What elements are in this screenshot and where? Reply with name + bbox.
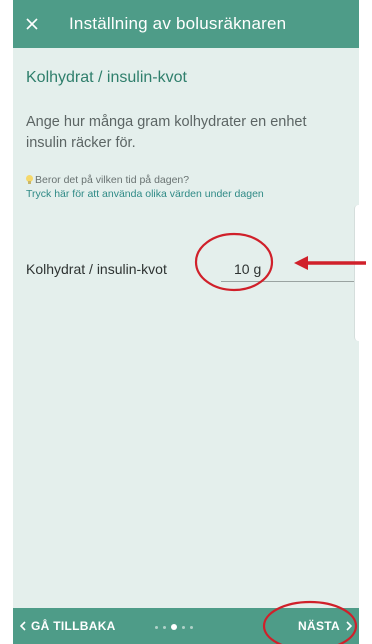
step-indicator [155,624,193,630]
hint-question-text: Beror det på vilken tid på dagen? [35,174,190,186]
page-title: Inställning av bolusräknaren [69,14,287,33]
hint-question: Beror det på vilken tid på dagen? [26,173,351,187]
section-title: Kolhydrat / insulin-kvot [26,69,187,86]
chevron-right-icon [346,621,352,631]
step-dot-active [171,624,177,630]
ratio-field-label: Kolhydrat / insulin-kvot [26,261,167,277]
next-button-label: NÄSTA [298,619,340,633]
step-dot [155,625,158,629]
close-button[interactable] [13,0,51,48]
step-dot [163,625,166,629]
app-header: Inställning av bolusräknaren [13,0,359,48]
app-screen: Inställning av bolusräknaren Kolhydrat /… [13,0,359,644]
back-button[interactable]: GÅ TILLBAKA [20,619,116,633]
back-button-label: GÅ TILLBAKA [31,619,116,633]
different-values-link[interactable]: Tryck här för att använda olika värden u… [26,188,351,200]
footer-nav: GÅ TILLBAKA NÄSTA [13,608,359,644]
section-description: Ange hur många gram kolhydrater en enhet… [26,114,307,151]
step-dot [190,625,193,629]
lightbulb-icon [26,175,33,185]
ratio-input-value: 10 g [234,261,262,277]
step-dot [182,625,185,629]
ratio-field-row: Kolhydrat / insulin-kvot 10 g [26,253,359,283]
ratio-input[interactable]: 10 g [221,253,356,282]
next-button[interactable]: NÄSTA [298,619,352,633]
content-area: Kolhydrat / insulin-kvot Ange hur många … [26,48,356,282]
close-icon [26,18,38,30]
chevron-left-icon [20,621,26,631]
side-panel-edge [354,205,359,341]
